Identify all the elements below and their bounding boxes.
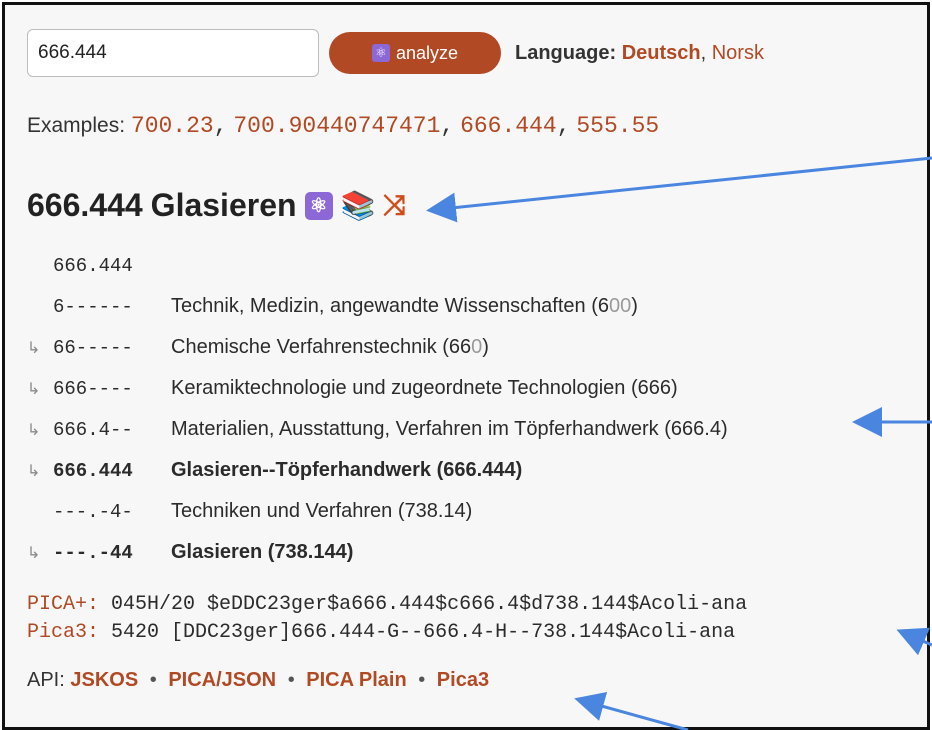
hierarchy-label: Chemische Verfahrenstechnik (660): [171, 336, 489, 358]
pica3-line: Pica3: 5420 [DDC23ger]666.444-G--666.4-H…: [27, 619, 747, 647]
subdivision-arrow-icon: ↳: [27, 339, 41, 357]
shuffle-icon[interactable]: ⤨: [383, 189, 405, 222]
hierarchy-label: Techniken und Verfahren (738.14): [171, 500, 473, 522]
api-link-pica-plain[interactable]: PICA Plain: [306, 669, 406, 691]
language-deutsch[interactable]: Deutsch: [622, 42, 701, 64]
hierarchy-code: 666----: [53, 377, 133, 400]
hierarchy-code: 666.4--: [53, 418, 133, 441]
api-link-pica-json[interactable]: PICA/JSON: [168, 669, 276, 691]
language-norsk[interactable]: Norsk: [712, 42, 764, 64]
hierarchy-code: 666.444: [53, 459, 133, 482]
api-separator: •: [149, 669, 157, 691]
search-input[interactable]: [27, 29, 319, 77]
hierarchy-label: Glasieren (738.144): [171, 541, 354, 563]
subdivision-arrow-icon: ↳: [27, 544, 41, 562]
hierarchy-code: 6------: [53, 295, 133, 318]
api-link-pica3[interactable]: Pica3: [437, 669, 489, 691]
example-link[interactable]: 666.444: [460, 113, 557, 139]
language-label: Language:: [515, 41, 617, 64]
hierarchy-label: Materialien, Ausstattung, Verfahren im T…: [171, 418, 728, 440]
api-label: API:: [27, 669, 65, 691]
pica-plus-key: PICA+:: [27, 593, 100, 616]
hierarchy-row[interactable]: 6------ Technik, Medizin, angewandte Wis…: [27, 286, 728, 327]
example-link[interactable]: 700.23: [131, 113, 214, 139]
subdivision-arrow-icon: ↳: [27, 380, 41, 398]
analyze-button[interactable]: ⚛ analyze: [329, 32, 501, 74]
pica-plus-value: 045H/20 $eDDC23ger$a666.444$c666.4$d738.…: [111, 593, 748, 616]
books-icon[interactable]: 📚: [341, 189, 376, 222]
hierarchy-code: 66-----: [53, 336, 133, 359]
example-link[interactable]: 555.55: [576, 113, 659, 139]
hierarchy-row[interactable]: ↳ 66----- Chemische Verfahrenstechnik (6…: [27, 327, 728, 368]
top-bar: ⚛ analyze Language: Deutsch, Norsk: [27, 27, 764, 79]
language-separator: ,: [700, 41, 707, 64]
examples-line: Examples: 700.23, 700.90440747471, 666.4…: [27, 113, 660, 139]
pica3-key: Pica3:: [27, 621, 100, 644]
api-separator: •: [287, 669, 295, 691]
pica-output: PICA+: 045H/20 $eDDC23ger$a666.444$c666.…: [27, 591, 747, 647]
atom-icon[interactable]: ⚛: [304, 191, 333, 220]
atom-icon: ⚛: [371, 44, 390, 62]
examples-label: Examples:: [27, 114, 126, 137]
hierarchy-row[interactable]: ↳ ---.-44 Glasieren (738.144): [27, 532, 728, 573]
hierarchy-row: 666.444: [27, 245, 728, 286]
hierarchy-row-current[interactable]: ↳ 666.444 Glasieren--Töpferhandwerk (666…: [27, 450, 728, 491]
api-separator: •: [418, 669, 426, 691]
hierarchy-code: 666.444: [53, 254, 133, 277]
hierarchy-code: ---.-44: [53, 541, 133, 564]
app-frame: ⚛ analyze Language: Deutsch, Norsk Examp…: [2, 2, 930, 730]
example-link[interactable]: 700.90440747471: [233, 113, 440, 139]
hierarchy-row[interactable]: ↳ 666.4-- Materialien, Ausstattung, Verf…: [27, 409, 728, 450]
title-text: Glasieren: [150, 187, 297, 223]
language-switcher: Language: Deutsch, Norsk: [515, 42, 764, 65]
hierarchy-row[interactable]: ↳ 666---- Keramiktechnologie und zugeord…: [27, 368, 728, 409]
hierarchy-row[interactable]: ---.-4- Techniken und Verfahren (738.14): [27, 491, 728, 532]
hierarchy-label: Keramiktechnologie und zugeordnete Techn…: [171, 377, 678, 399]
title-code: 666.444: [27, 187, 143, 223]
hierarchy-label: Glasieren--Töpferhandwerk (666.444): [171, 459, 523, 481]
subdivision-arrow-icon: ↳: [27, 462, 41, 480]
pica-plus-line: PICA+: 045H/20 $eDDC23ger$a666.444$c666.…: [27, 591, 747, 619]
hierarchy-list: 666.444 6------ Technik, Medizin, angewa…: [27, 245, 728, 573]
analyze-label: analyze: [395, 42, 459, 63]
api-links: API: JSKOS • PICA/JSON • PICA Plain • Pi…: [27, 669, 489, 692]
hierarchy-label: Technik, Medizin, angewandte Wissenschaf…: [171, 295, 638, 317]
api-link-jskos[interactable]: JSKOS: [70, 669, 138, 691]
page-title: 666.444 Glasieren ⚛ 📚 ⤨: [27, 187, 406, 224]
hierarchy-code: ---.-4-: [53, 500, 133, 523]
subdivision-arrow-icon: ↳: [27, 421, 41, 439]
pica3-value: 5420 [DDC23ger]666.444-G--666.4-H--738.1…: [111, 621, 736, 644]
